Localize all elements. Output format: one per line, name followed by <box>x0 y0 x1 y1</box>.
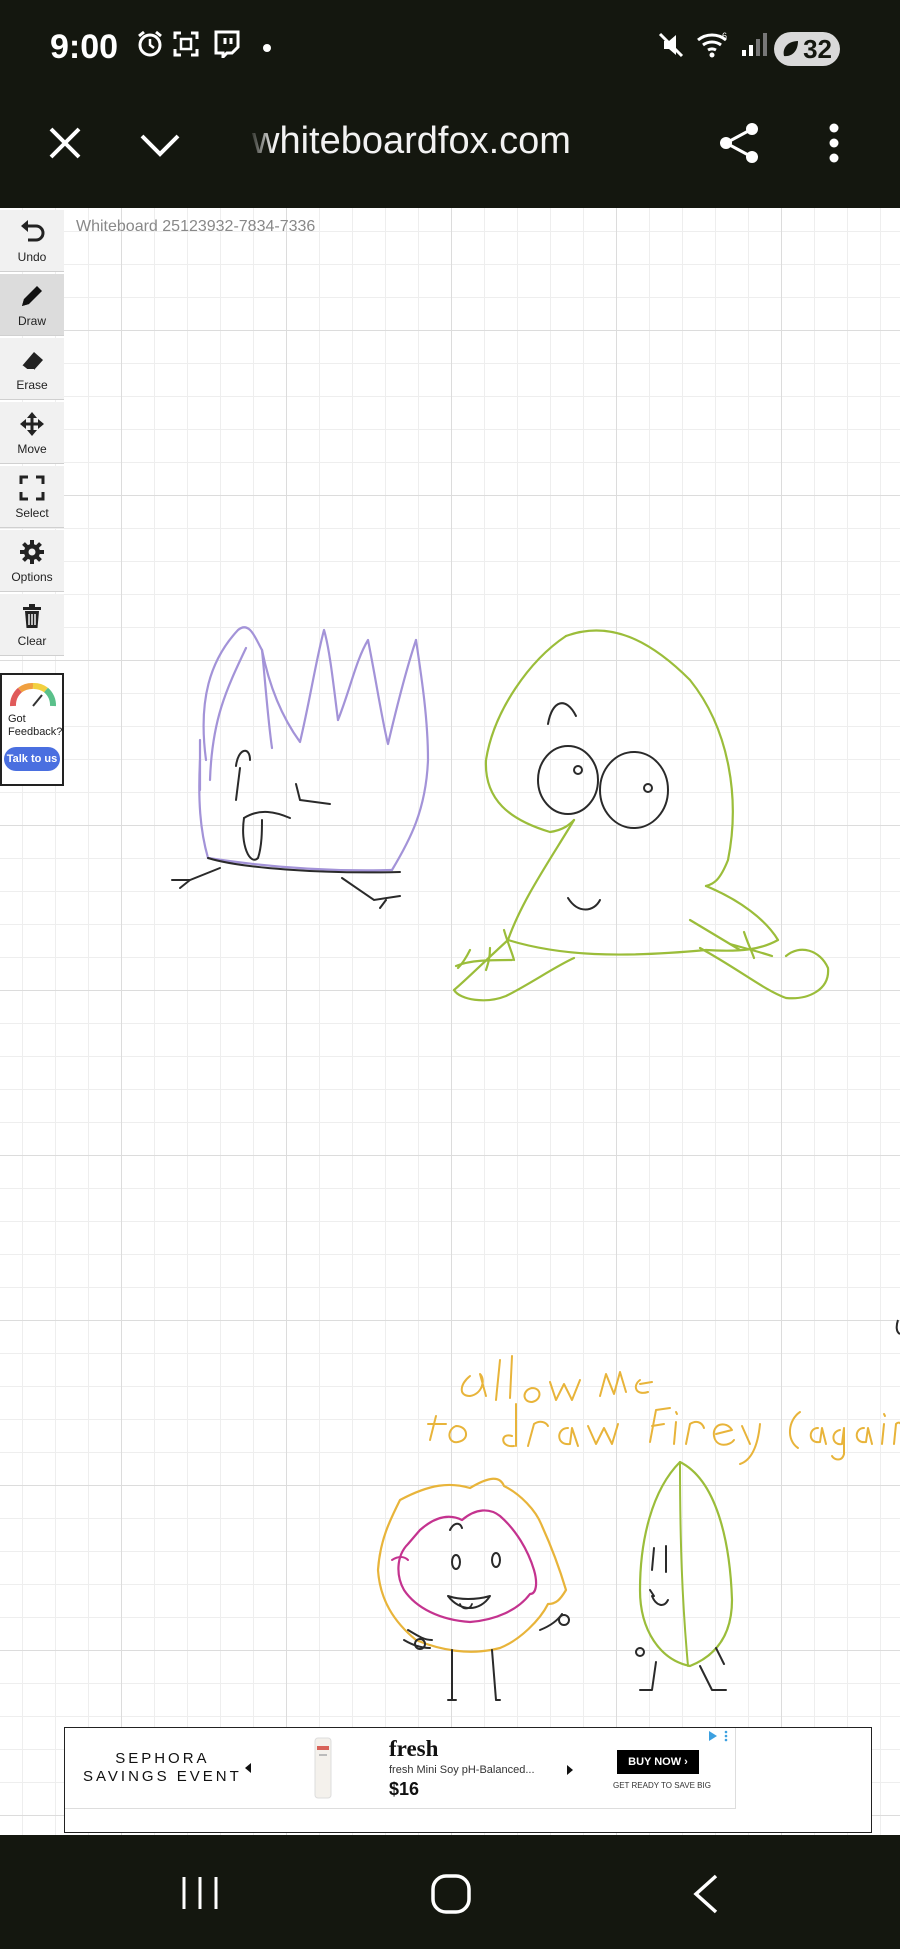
draw-button[interactable]: Draw <box>0 274 64 336</box>
ad-banner-frame: SEPHORA SAVINGS EVENT fresh fresh Mini S… <box>64 1727 872 1833</box>
ad-product-title: fresh <box>389 1736 439 1761</box>
drawing-purple-face <box>171 750 401 909</box>
drawing-firey <box>376 1477 570 1701</box>
handwritten-note <box>427 1355 900 1465</box>
undo-icon <box>21 220 45 242</box>
drawing-leafy <box>635 1460 734 1691</box>
ad-tagline: GET READY TO SAVE BIG <box>613 1781 711 1790</box>
ad-brand-line2: SAVINGS EVENT <box>83 1768 242 1785</box>
select-icon <box>19 475 45 501</box>
erase-button[interactable]: Erase <box>0 338 64 400</box>
drawing-layer <box>171 626 900 1701</box>
eraser-icon <box>21 352 43 371</box>
draw-label: Draw <box>17 314 46 328</box>
feedback-text-line1: Got <box>8 713 26 725</box>
clear-button[interactable]: Clear <box>0 594 64 656</box>
feedback-text-line2: Feedback? <box>8 726 63 738</box>
pencil-icon <box>22 286 42 306</box>
ad-prev-arrow-icon[interactable] <box>243 1762 253 1774</box>
options-label: Options <box>11 570 53 584</box>
select-label: Select <box>15 506 49 520</box>
clear-label: Clear <box>17 634 47 648</box>
select-button[interactable]: Select <box>0 466 64 528</box>
options-button[interactable]: Options <box>0 530 64 592</box>
ad-choices-icon[interactable] <box>707 1730 731 1742</box>
back-icon[interactable] <box>690 1873 722 1915</box>
home-icon[interactable] <box>430 1873 472 1915</box>
ad-product-description: fresh Mini Soy pH-Balanced... <box>389 1764 535 1776</box>
ad-banner[interactable]: SEPHORA SAVINGS EVENT fresh fresh Mini S… <box>65 1728 736 1809</box>
talk-to-us-button[interactable]: Talk to us <box>4 747 60 771</box>
move-button[interactable]: Move <box>0 402 64 464</box>
undo-label: Undo <box>17 250 47 264</box>
ad-price: $16 <box>389 1779 420 1799</box>
drawing-green-figure <box>452 629 830 1002</box>
erase-label: Erase <box>16 378 48 392</box>
undo-button[interactable]: Undo <box>0 210 64 272</box>
move-label: Move <box>17 442 47 456</box>
android-nav-bar <box>0 1835 900 1949</box>
drawing-purple-figure <box>198 626 430 872</box>
trash-icon <box>23 604 41 628</box>
ad-buy-now-button[interactable]: BUY NOW › <box>617 1750 699 1774</box>
feedback-widget[interactable]: Got Feedback? Talk to us <box>0 673 64 786</box>
ad-product-image <box>314 1737 332 1799</box>
whiteboard-title: Whiteboard 25123932-7834-7336 <box>76 218 316 235</box>
gauge-icon <box>10 683 56 707</box>
ad-brand: SEPHORA SAVINGS EVENT <box>83 1750 242 1786</box>
drawing-green-face <box>537 702 669 911</box>
ad-next-arrow-icon[interactable] <box>565 1764 575 1776</box>
move-icon <box>20 412 44 436</box>
ad-brand-line1: SEPHORA <box>115 1750 210 1767</box>
feedback-text: Got Feedback? <box>8 713 62 739</box>
gear-icon <box>20 540 44 564</box>
recents-icon[interactable] <box>180 1875 220 1911</box>
